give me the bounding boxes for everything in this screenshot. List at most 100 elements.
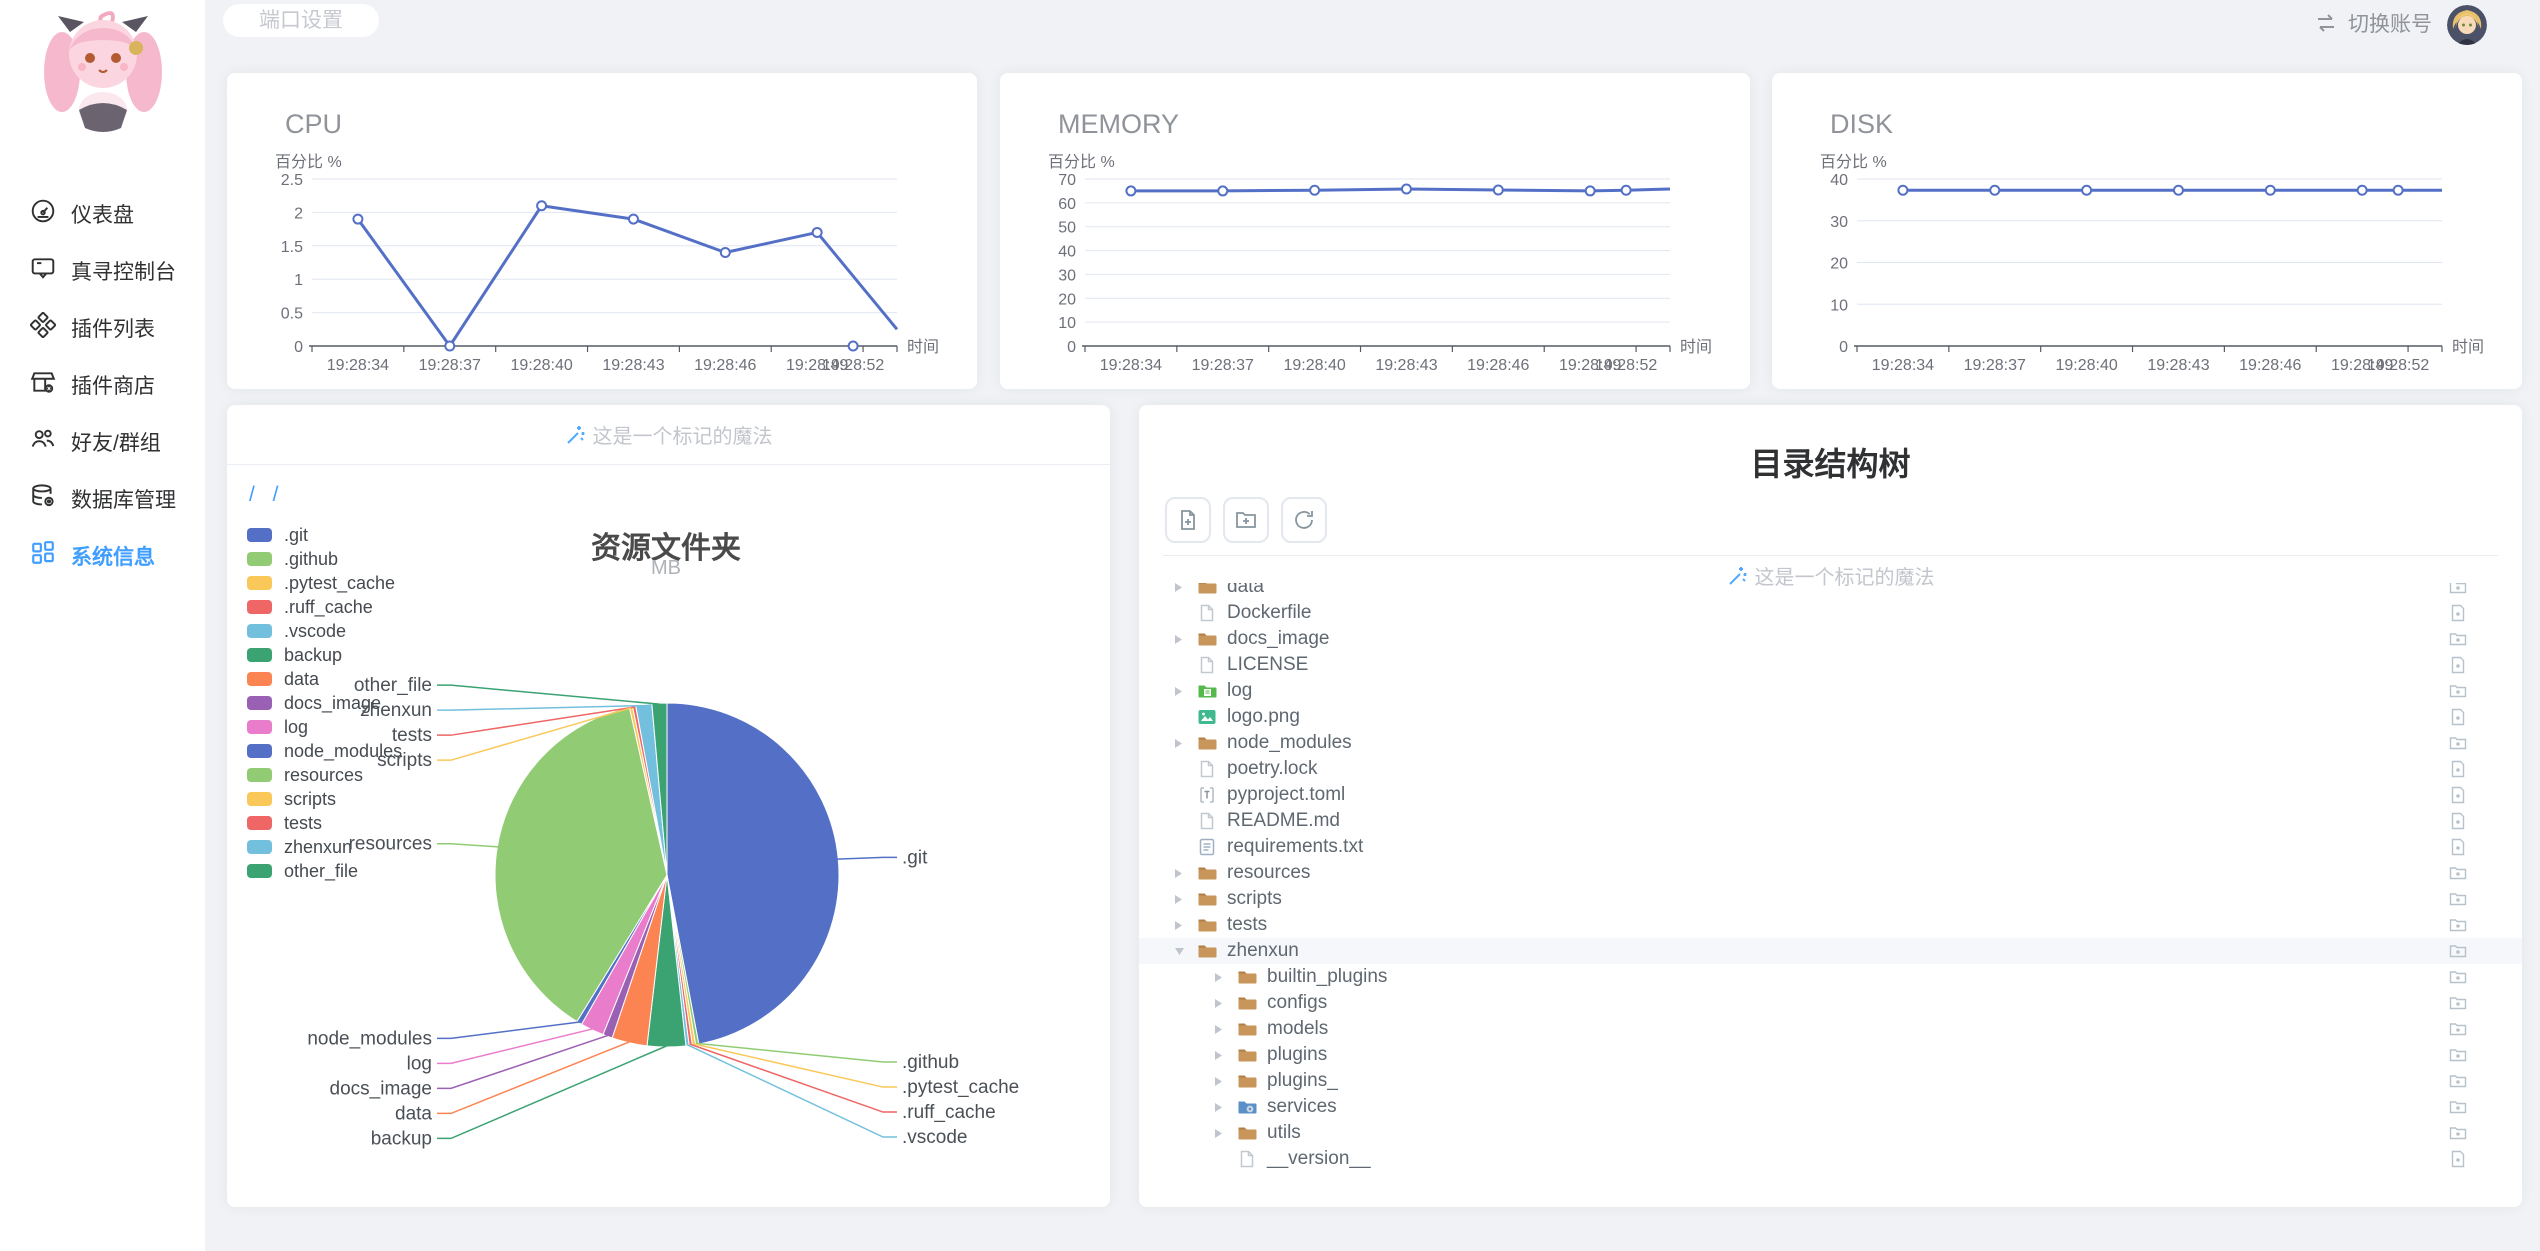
folder-icon [1197, 629, 1217, 649]
sidebar-item-2[interactable]: 插件列表 [0, 299, 205, 356]
row-action-icon[interactable] [2448, 785, 2468, 805]
resource-pie-chart[interactable]: .git .github .pytest_cache .ruff_cache .vsco… [247, 585, 1087, 1185]
caret-down-icon[interactable] [1173, 943, 1195, 959]
row-action-icon[interactable] [2448, 837, 2468, 857]
caret-right-icon[interactable] [1173, 631, 1195, 647]
breadcrumb[interactable]: / / [249, 483, 285, 507]
new-file-button[interactable] [1165, 497, 1211, 543]
caret-right-icon[interactable] [1213, 1047, 1235, 1063]
svg-text:0: 0 [294, 339, 303, 356]
caret-right-icon[interactable] [1213, 995, 1235, 1011]
folder-icon [1237, 1071, 1257, 1091]
svg-text:19:28:52: 19:28:52 [1595, 357, 1657, 374]
tree-row-README.md[interactable]: README.md [1139, 808, 2522, 834]
sidebar-item-5[interactable]: 数据库管理 [0, 470, 205, 527]
pie-label-.vscode: .vscode [902, 1127, 967, 1148]
row-action-icon[interactable] [2448, 1019, 2468, 1039]
tree-row-__version__[interactable]: __version__ [1139, 1146, 2522, 1172]
port-settings-button[interactable]: 端口设置 [223, 4, 379, 37]
caret-right-icon[interactable] [1173, 865, 1195, 881]
tree-row-services[interactable]: services [1139, 1094, 2522, 1120]
row-action-icon[interactable] [2448, 967, 2468, 987]
caret-right-icon[interactable] [1173, 583, 1195, 595]
caret-right-icon[interactable] [1213, 1125, 1235, 1141]
row-action-icon[interactable] [2448, 655, 2468, 675]
row-action-icon[interactable] [2448, 915, 2468, 935]
tree-row-label: zhenxun [1227, 940, 1299, 961]
tree-row-poetry.lock[interactable]: poetry.lock [1139, 756, 2522, 782]
caret-right-icon[interactable] [1213, 1021, 1235, 1037]
tree-row-data[interactable]: data [1139, 583, 2522, 600]
row-action-icon[interactable] [2448, 733, 2468, 753]
caret-right-icon[interactable] [1173, 735, 1195, 751]
row-action-icon[interactable] [2448, 681, 2468, 701]
row-action-icon[interactable] [2448, 583, 2468, 597]
row-action-icon[interactable] [2448, 993, 2468, 1013]
caret-right-icon[interactable] [1173, 891, 1195, 907]
memory-card-title: MEMORY [1058, 109, 1180, 139]
tree-row-plugins_[interactable]: plugins_ [1139, 1068, 2522, 1094]
switch-account-button[interactable]: 切换账号 [2314, 8, 2432, 38]
sidebar-item-0[interactable]: 仪表盘 [0, 185, 205, 242]
tree-row-label: logo.png [1227, 706, 1300, 727]
tree-row-models[interactable]: models [1139, 1016, 2522, 1042]
user-avatar[interactable] [2447, 5, 2487, 45]
legend-item-.git[interactable]: .git [247, 523, 402, 547]
tree-row-Dockerfile[interactable]: Dockerfile [1139, 600, 2522, 626]
tree-row-node_modules[interactable]: node_modules [1139, 730, 2522, 756]
row-action-icon[interactable] [2448, 707, 2468, 727]
sidebar-item-4[interactable]: 好友/群组 [0, 413, 205, 470]
sidebar-item-label: 真寻控制台 [71, 260, 176, 284]
tree-row-label: Dockerfile [1227, 602, 1312, 623]
sidebar-item-1[interactable]: 真寻控制台 [0, 242, 205, 299]
row-action-icon[interactable] [2448, 1045, 2468, 1065]
tree-row-configs[interactable]: configs [1139, 990, 2522, 1016]
pie-slice-.git[interactable] [666, 702, 840, 1045]
pie-label-node_modules: node_modules [307, 1028, 432, 1049]
row-action-icon[interactable] [2448, 1097, 2468, 1117]
caret-spacer [1173, 813, 1195, 829]
tree-row-log[interactable]: log [1139, 678, 2522, 704]
row-action-icon[interactable] [2448, 1149, 2468, 1169]
tree-row-builtin_plugins[interactable]: builtin_plugins [1139, 964, 2522, 990]
row-action-icon[interactable] [2448, 1123, 2468, 1143]
tree-row-resources[interactable]: resources [1139, 860, 2522, 886]
row-action-icon[interactable] [2448, 603, 2468, 623]
row-action-icon[interactable] [2448, 1071, 2468, 1091]
legend-item-.github[interactable]: .github [247, 547, 402, 571]
new-folder-button[interactable] [1223, 497, 1269, 543]
tree-viewport[interactable]: data Dockerfile docs_image LICENSE log logo.p… [1139, 583, 2522, 1193]
caret-spacer [1173, 605, 1195, 621]
tree-row-pyproject.toml[interactable]: pyproject.toml [1139, 782, 2522, 808]
sidebar-item-6[interactable]: 系统信息 [0, 527, 205, 584]
marker-row: 这是一个标记的魔法 [227, 405, 1110, 465]
tree-row-zhenxun[interactable]: zhenxun [1139, 938, 2522, 964]
caret-right-icon[interactable] [1173, 683, 1195, 699]
svg-text:19:28:34: 19:28:34 [1100, 357, 1162, 374]
row-action-icon[interactable] [2448, 629, 2468, 649]
memory-line-chart[interactable]: 百分比 % 0 10 20 30 40 50 60 70 19:28:34 19:28:37 19:2… [1030, 151, 1720, 376]
row-action-icon[interactable] [2448, 941, 2468, 961]
row-action-icon[interactable] [2448, 889, 2468, 909]
tree-row-requirements.txt[interactable]: requirements.txt [1139, 834, 2522, 860]
caret-right-icon[interactable] [1213, 969, 1235, 985]
tree-row-plugins[interactable]: plugins [1139, 1042, 2522, 1068]
row-action-icon[interactable] [2448, 759, 2468, 779]
refresh-button[interactable] [1281, 497, 1327, 543]
svg-text:19:28:43: 19:28:43 [602, 357, 664, 374]
cpu-line-chart[interactable]: 百分比 % 0 0.5 1 1.5 2 2.5 19:28:34 19:28:37 19:28:4… [257, 151, 947, 376]
tree-row-LICENSE[interactable]: LICENSE [1139, 652, 2522, 678]
tree-row-docs_image[interactable]: docs_image [1139, 626, 2522, 652]
tree-row-scripts[interactable]: scripts [1139, 886, 2522, 912]
row-action-icon[interactable] [2448, 863, 2468, 883]
tree-row-utils[interactable]: utils [1139, 1120, 2522, 1146]
caret-right-icon[interactable] [1213, 1099, 1235, 1115]
svg-text:19:28:52: 19:28:52 [822, 357, 884, 374]
sidebar-item-3[interactable]: 插件商店 [0, 356, 205, 413]
caret-right-icon[interactable] [1173, 917, 1195, 933]
tree-row-logo.png[interactable]: logo.png [1139, 704, 2522, 730]
disk-line-chart[interactable]: 百分比 % 0 10 20 30 40 19:28:34 19:28:37 19:28:40 19… [1802, 151, 2492, 376]
row-action-icon[interactable] [2448, 811, 2468, 831]
caret-right-icon[interactable] [1213, 1073, 1235, 1089]
tree-row-tests[interactable]: tests [1139, 912, 2522, 938]
